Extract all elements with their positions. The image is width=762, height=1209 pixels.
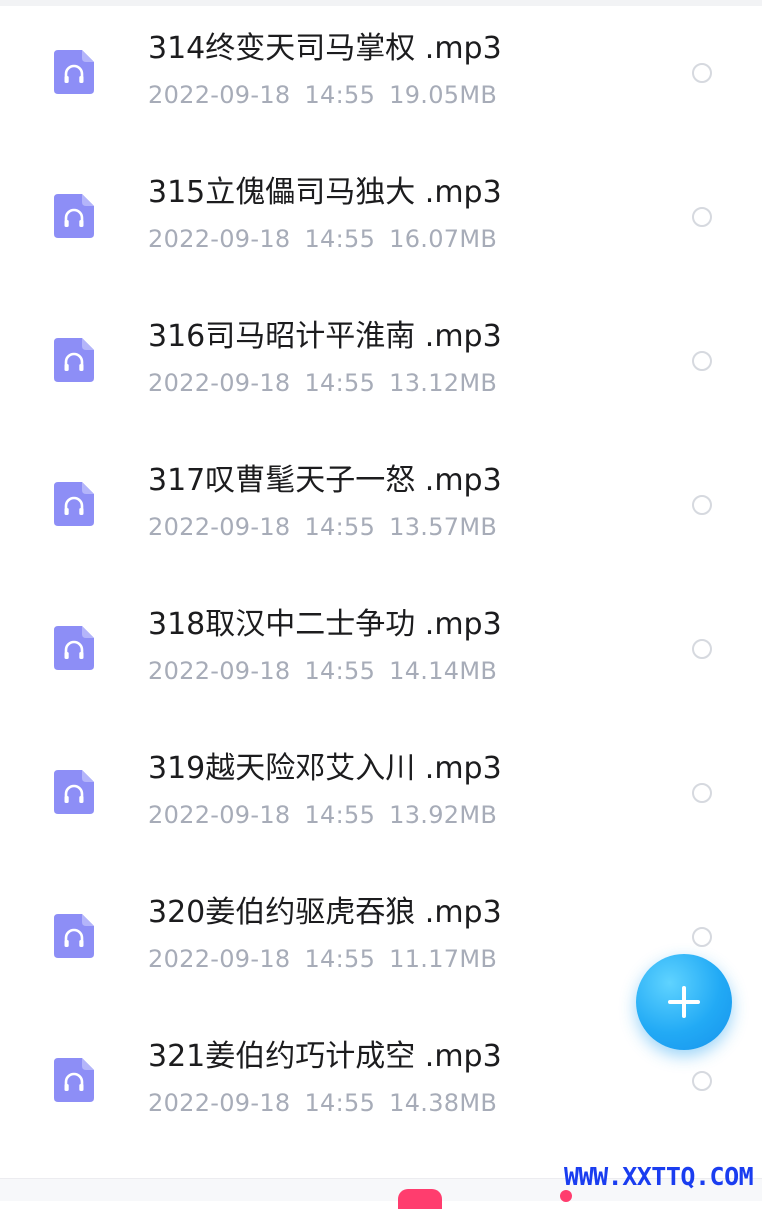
file-meta: 2022-09-18 14:55 16.07MB: [148, 224, 497, 254]
headphones-icon: [54, 1058, 94, 1102]
headphones-icon: [54, 338, 94, 382]
file-date: 2022-09-18: [148, 657, 291, 685]
file-time: 14:55: [304, 513, 376, 541]
file-meta: 2022-09-18 14:55 11.17MB: [148, 944, 497, 974]
file-meta: 2022-09-18 14:55 19.05MB: [148, 80, 497, 110]
file-date: 2022-09-18: [148, 945, 291, 973]
file-date: 2022-09-18: [148, 513, 291, 541]
select-radio[interactable]: [692, 639, 712, 659]
file-time: 14:55: [304, 657, 376, 685]
select-radio[interactable]: [692, 495, 712, 515]
file-size: 14.14MB: [389, 657, 498, 685]
notification-dot: [560, 1190, 572, 1202]
file-size: 13.12MB: [389, 369, 498, 397]
file-meta: 2022-09-18 14:55 13.57MB: [148, 512, 497, 542]
file-size: 13.92MB: [389, 801, 498, 829]
select-radio[interactable]: [692, 207, 712, 227]
select-radio[interactable]: [692, 63, 712, 83]
tab-icon-partial[interactable]: [398, 1189, 442, 1209]
file-date: 2022-09-18: [148, 801, 291, 829]
file-time: 14:55: [304, 225, 376, 253]
headphones-icon: [54, 626, 94, 670]
file-time: 14:55: [304, 1089, 376, 1117]
file-name: 317叹曹髦天子一怒 .mp3: [148, 463, 502, 498]
file-meta: 2022-09-18 14:55 14.14MB: [148, 656, 497, 686]
file-size: 13.57MB: [389, 513, 498, 541]
file-row[interactable]: 314终变天司马掌权 .mp3 2022-09-18 14:55 19.05MB: [0, 6, 762, 150]
watermark-text: WWW.XXTTQ.COM: [564, 1162, 754, 1191]
file-name: 315立傀儡司马独大 .mp3: [148, 175, 502, 210]
file-meta: 2022-09-18 14:55 13.12MB: [148, 368, 497, 398]
select-radio[interactable]: [692, 783, 712, 803]
file-row[interactable]: 317叹曹髦天子一怒 .mp3 2022-09-18 14:55 13.57MB: [0, 438, 762, 582]
file-row[interactable]: 315立傀儡司马独大 .mp3 2022-09-18 14:55 16.07MB: [0, 150, 762, 294]
file-name: 321姜伯约巧计成空 .mp3: [148, 1039, 502, 1074]
file-row[interactable]: 319越天险邓艾入川 .mp3 2022-09-18 14:55 13.92MB: [0, 726, 762, 870]
file-size: 19.05MB: [389, 81, 498, 109]
file-row[interactable]: 318取汉中二士争功 .mp3 2022-09-18 14:55 14.14MB: [0, 582, 762, 726]
headphones-icon: [54, 194, 94, 238]
plus-icon: [668, 986, 700, 1018]
file-time: 14:55: [304, 81, 376, 109]
select-radio[interactable]: [692, 927, 712, 947]
file-size: 11.17MB: [389, 945, 498, 973]
add-button[interactable]: [636, 954, 732, 1050]
file-size: 14.38MB: [389, 1089, 498, 1117]
file-meta: 2022-09-18 14:55 14.38MB: [148, 1088, 497, 1118]
headphones-icon: [54, 482, 94, 526]
file-date: 2022-09-18: [148, 369, 291, 397]
file-name: 319越天险邓艾入川 .mp3: [148, 751, 502, 786]
headphones-icon: [54, 914, 94, 958]
file-name: 320姜伯约驱虎吞狼 .mp3: [148, 895, 502, 930]
file-row[interactable]: 316司马昭计平淮南 .mp3 2022-09-18 14:55 13.12MB: [0, 294, 762, 438]
file-time: 14:55: [304, 369, 376, 397]
select-radio[interactable]: [692, 351, 712, 371]
select-radio[interactable]: [692, 1071, 712, 1091]
file-date: 2022-09-18: [148, 81, 291, 109]
file-row[interactable]: 321姜伯约巧计成空 .mp3 2022-09-18 14:55 14.38MB: [0, 1014, 762, 1158]
headphones-icon: [54, 50, 94, 94]
file-size: 16.07MB: [389, 225, 498, 253]
file-time: 14:55: [304, 801, 376, 829]
file-name: 318取汉中二士争功 .mp3: [148, 607, 502, 642]
headphones-icon: [54, 770, 94, 814]
file-name: 316司马昭计平淮南 .mp3: [148, 319, 502, 354]
file-date: 2022-09-18: [148, 1089, 291, 1117]
file-date: 2022-09-18: [148, 225, 291, 253]
file-meta: 2022-09-18 14:55 13.92MB: [148, 800, 497, 830]
file-name: 314终变天司马掌权 .mp3: [148, 31, 502, 66]
file-time: 14:55: [304, 945, 376, 973]
